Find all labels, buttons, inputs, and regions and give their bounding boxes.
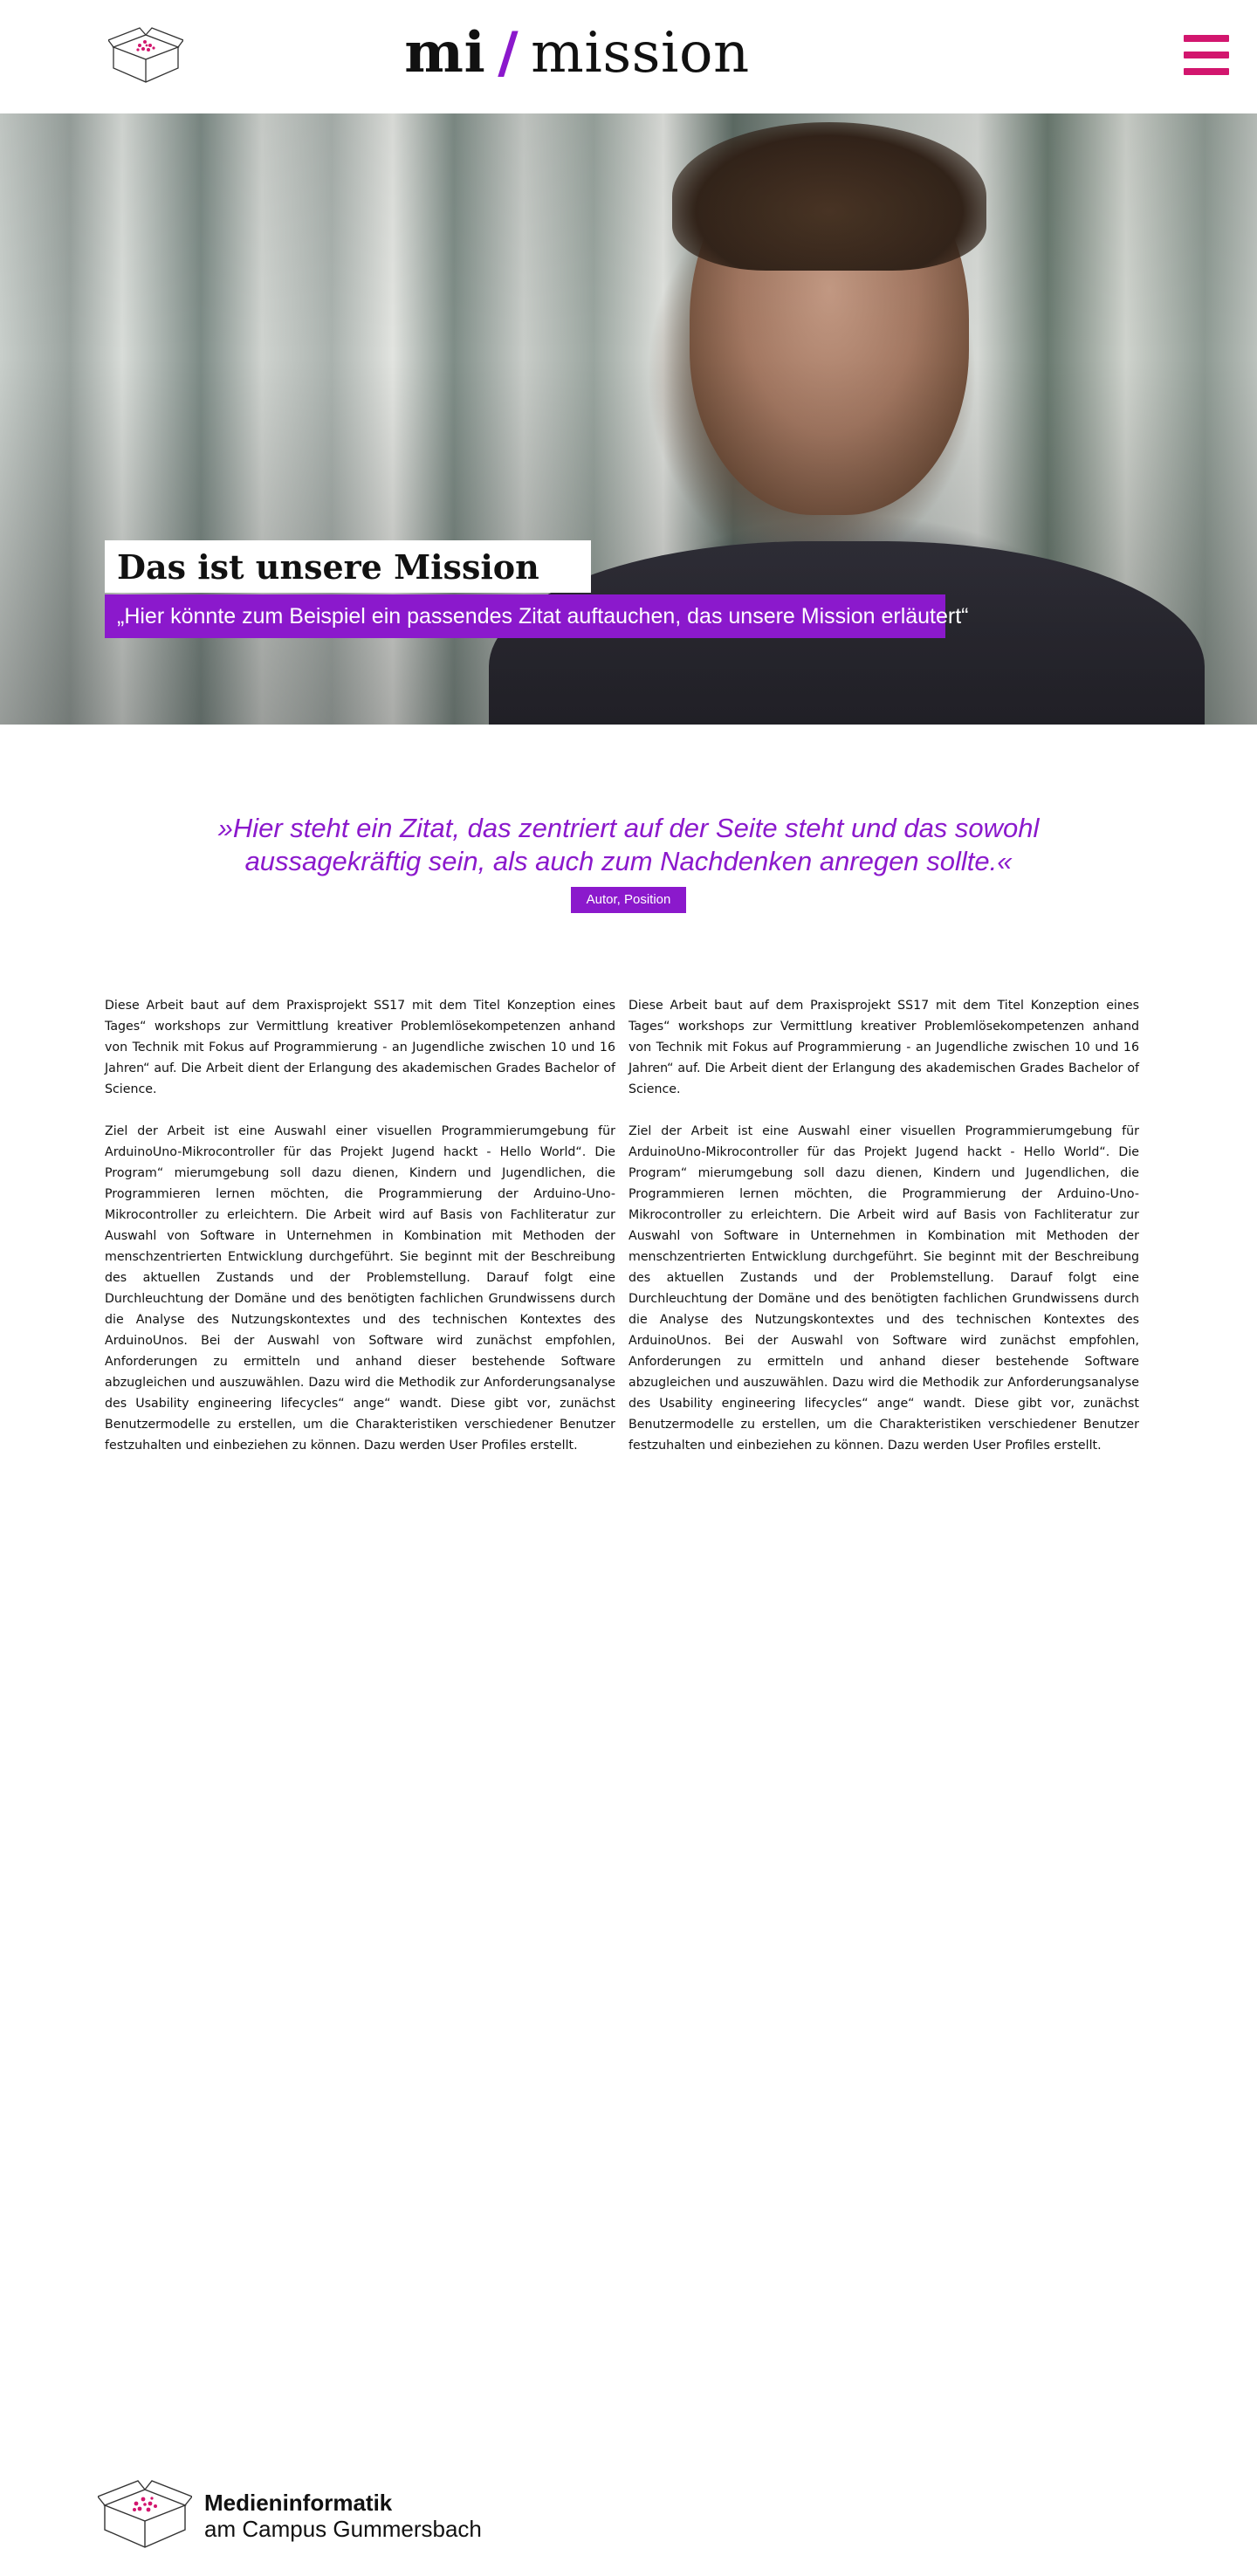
site-title[interactable]: mi / mission: [0, 17, 1154, 89]
pull-quote: »Hier steht ein Zitat, das zentriert auf…: [217, 813, 1040, 876]
content-column-left: Diese Arbeit baut auf dem Praxisprojekt …: [105, 995, 615, 1477]
footer-institution: Medieninformatik am Campus Gummersbach: [204, 2490, 482, 2542]
quote-author-badge: Autor, Position: [571, 887, 686, 913]
hero-title: Das ist unsere Mission: [117, 547, 539, 587]
menu-bar: [1184, 35, 1229, 42]
paragraph: Ziel der Arbeit ist eine Auswahl einer v…: [628, 1124, 1139, 1453]
site-title-part2: mission: [531, 21, 750, 86]
paragraph: Diese Arbeit baut auf dem Praxisprojekt …: [105, 999, 615, 1096]
site-title-part1: mi: [404, 20, 486, 86]
hamburger-icon[interactable]: [1184, 35, 1229, 75]
site-title-slash: /: [498, 20, 519, 86]
paragraph: Diese Arbeit baut auf dem Praxisprojekt …: [628, 999, 1139, 1096]
paragraph: Ziel der Arbeit ist eine Auswahl einer v…: [105, 1124, 615, 1453]
hero-section: Das ist unsere Mission „Hier könnte zum …: [0, 113, 1257, 725]
site-header: mi / mission: [0, 0, 1257, 113]
hero-quote-box: „Hier könnte zum Beispiel ein passendes …: [105, 594, 969, 638]
menu-bar: [1184, 68, 1229, 75]
content-column-right: Diese Arbeit baut auf dem Praxisprojekt …: [628, 995, 1139, 1477]
hero-title-box: Das ist unsere Mission: [105, 540, 591, 593]
menu-bar: [1184, 52, 1229, 58]
footer-box-logo-icon[interactable]: [96, 2476, 194, 2551]
footer-line2: am Campus Gummersbach: [204, 2516, 482, 2542]
footer-line1: Medieninformatik: [204, 2490, 393, 2516]
hero-quote: „Hier könnte zum Beispiel ein passendes …: [117, 604, 969, 629]
